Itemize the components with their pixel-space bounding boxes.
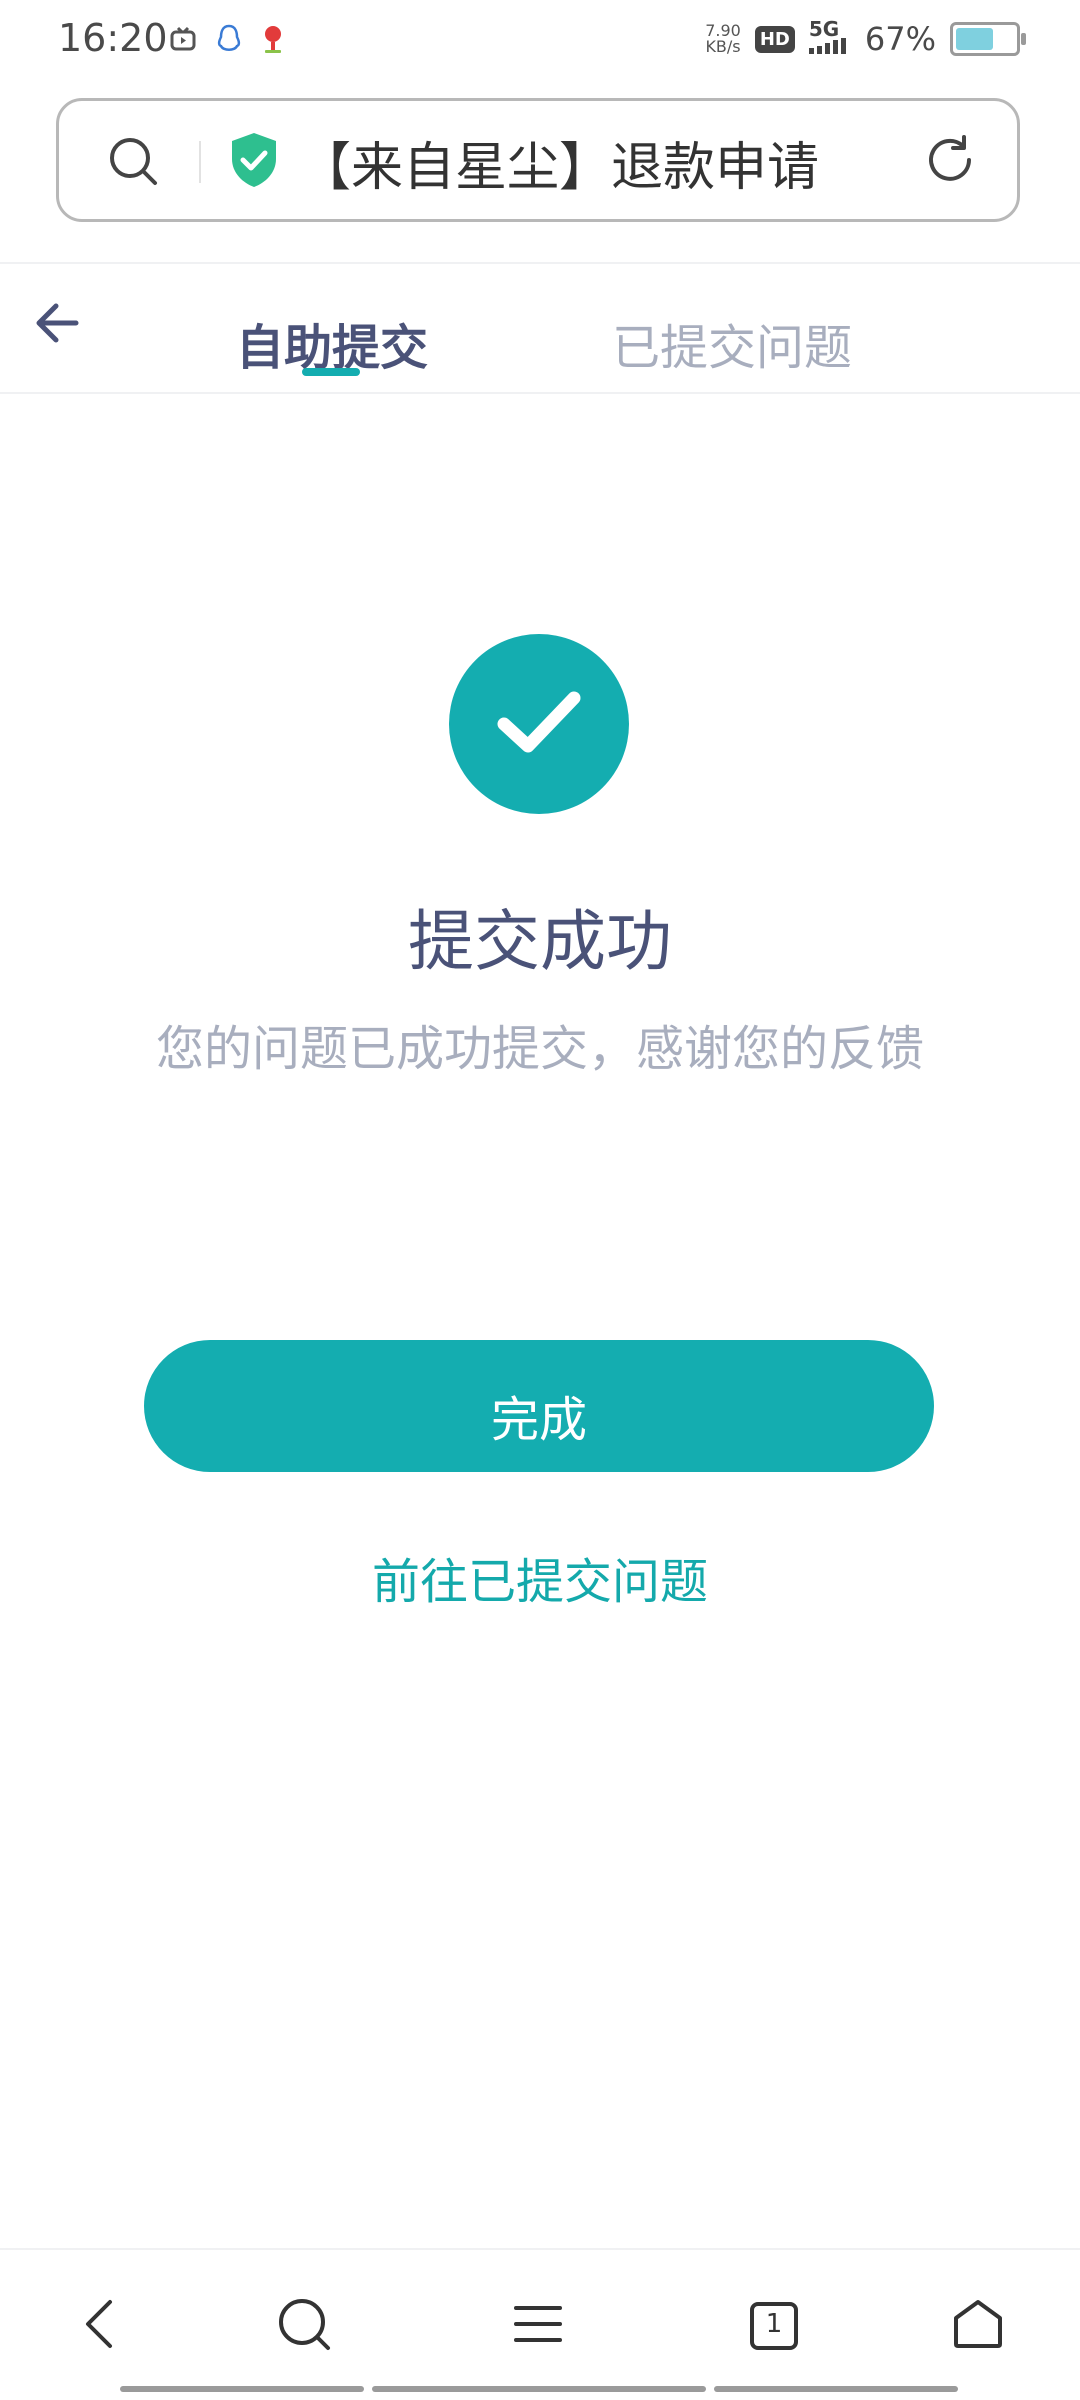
search-button[interactable]: [272, 2294, 336, 2358]
success-title: 提交成功: [408, 903, 672, 980]
network-type: 5G: [808, 17, 840, 41]
back-arrow-icon[interactable]: [34, 300, 80, 350]
home-icon: [952, 2298, 1004, 2354]
address-bar[interactable]: 【来自星尘】退款申请: [56, 98, 1020, 222]
search-icon[interactable]: [107, 135, 159, 191]
done-button[interactable]: 完成: [144, 1340, 934, 1472]
active-tab-indicator: [302, 368, 360, 376]
location-app-icon: [262, 24, 284, 58]
success-message: 您的问题已成功提交，感谢您的反馈: [155, 1021, 924, 1077]
battery-icon: [950, 22, 1026, 56]
home-button[interactable]: [946, 2294, 1010, 2358]
tv-app-icon: [170, 26, 196, 56]
hd-badge: HD: [754, 25, 795, 53]
signal-icon: [808, 38, 851, 58]
goto-submitted-link[interactable]: 前往已提交问题: [0, 1542, 1080, 1612]
page-title[interactable]: 【来自星尘】退款申请: [299, 125, 819, 200]
qq-icon: [216, 24, 242, 58]
gesture-bar-center: [372, 2386, 706, 2392]
tabs-button[interactable]: 1: [742, 2294, 806, 2358]
menu-button[interactable]: [506, 2294, 570, 2358]
battery-percent: 67%: [864, 20, 936, 58]
browser-bottom-bar: 1: [0, 2250, 1080, 2400]
gesture-bar-left: [120, 2386, 364, 2392]
menu-icon: [512, 2302, 564, 2350]
search-icon: [276, 2296, 332, 2356]
back-button[interactable]: [68, 2294, 132, 2358]
network-speed: 7.90 KB/s: [705, 23, 741, 55]
network-speed-unit: KB/s: [705, 37, 741, 56]
success-check-icon: [449, 634, 629, 814]
tabs-count-icon: 1: [749, 2301, 799, 2351]
tab-submitted-issues[interactable]: 已提交问题: [612, 308, 852, 378]
status-time: 16:20: [58, 16, 168, 60]
header-divider: [0, 262, 1080, 264]
status-bar: 16:20 7.90 KB/s HD 5G 67%: [0, 0, 1080, 86]
gesture-bar-right: [714, 2386, 958, 2392]
chevron-left-icon: [80, 2298, 120, 2354]
tabs-divider: [0, 392, 1080, 394]
shield-check-icon: [229, 131, 279, 193]
tab-count: 1: [765, 2309, 783, 2339]
address-divider: [199, 141, 201, 183]
refresh-icon[interactable]: [923, 133, 977, 191]
